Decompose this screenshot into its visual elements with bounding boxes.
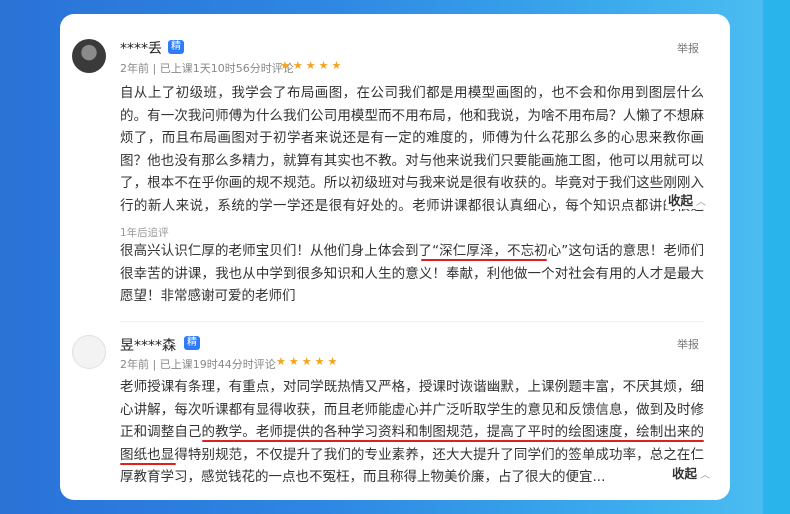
username: 昱****森 [120,338,176,354]
collapse-label: 收起 [668,193,694,208]
collapse-button[interactable]: 收起 ︿ [668,463,711,482]
collapse-label: 收起 [672,466,698,481]
featured-badge: 精 [184,336,200,350]
review-content: 老师授课有条理，有重点，对同学既热情又严格，授课时诙谐幽默，上课例题丰富，不厌其… [120,379,704,486]
featured-badge: 精 [168,40,184,54]
chevron-up-icon: ︿ [696,197,707,208]
review-content: 自从上了初级班，我学会了布局画图，在公司我们都是用模型画图的，也不会和你用到图层… [120,85,704,214]
review-meta: 2年前 | 已上课19时44分时评论 [120,358,276,371]
chevron-up-icon: ︿ [700,470,711,481]
report-link[interactable]: 举报 [677,40,699,56]
report-link[interactable]: 举报 [677,336,699,352]
collapse-button[interactable]: 收起 ︿ [666,190,707,209]
highlight-underline [202,440,704,442]
rating-stars: ★★★★★ [276,355,341,368]
divider [120,321,704,322]
highlight-underline [120,463,176,465]
review-card: ****丢 精 2年前 | 已上课1天10时56分时评论 ★★★★★ 举报 自从… [60,14,730,500]
highlight-underline [421,259,547,261]
review-meta: 2年前 | 已上课1天10时56分时评论 [120,62,294,75]
username: ****丢 [120,41,162,57]
avatar [72,39,106,73]
right-blue-band [763,0,790,514]
followup-tag: 1年后追评 [120,227,169,239]
avatar [72,335,106,369]
rating-stars: ★★★★★ [280,59,345,72]
followup-content: 很高兴认识仁厚的老师宝贝们！从他们身上体会到了“深仁厚泽，不忘初心”这句话的意思… [120,243,704,305]
left-blue-band [0,0,27,514]
